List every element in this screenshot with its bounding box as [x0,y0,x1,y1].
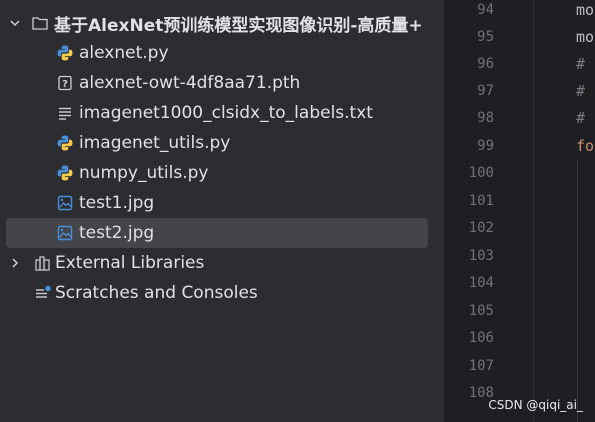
watermark: CSDN @qiqi_ai_ [488,398,583,412]
line-number: 94 [477,2,494,18]
tree-file-txt[interactable]: imagenet1000_clsidx_to_labels.txt [0,98,444,128]
line-number: 99 [477,138,494,154]
scratches-label: Scratches and Consoles [55,283,258,303]
file-name: test2.jpg [79,223,155,243]
code-comment[interactable]: # [576,51,585,78]
gutter-separator [533,0,534,422]
chevron-down-icon[interactable] [7,15,23,31]
code-text[interactable]: mo [576,24,594,51]
code-keyword[interactable]: fo [576,133,594,160]
line-number: 101 [468,193,494,209]
python-file-icon [56,44,74,62]
tree-file-imagenet-utils-py[interactable]: imagenet_utils.py [0,128,444,158]
line-number: 97 [477,83,494,99]
external-libraries-label: External Libraries [55,253,205,273]
code-text[interactable]: mo [576,0,594,24]
text-file-icon [56,104,74,122]
file-name: alexnet.py [79,43,169,63]
line-number: 96 [477,56,494,72]
file-name: numpy_utils.py [79,163,209,183]
image-file-icon [56,194,74,212]
project-tree: 基于AlexNet预训练模型实现图像识别-高质量+ alexnet.py ? a… [0,0,444,422]
python-file-icon [56,134,74,152]
line-number: 108 [468,385,494,401]
line-number: 107 [468,358,494,374]
python-file-icon [56,164,74,182]
line-number: 102 [468,220,494,236]
line-number: 105 [468,303,494,319]
tree-external-libraries[interactable]: External Libraries [0,248,444,278]
line-number: 95 [477,29,494,45]
line-number: 103 [468,248,494,264]
chevron-right-icon[interactable] [7,255,23,271]
line-number: 100 [468,165,494,181]
svg-text:?: ? [62,79,68,90]
tree-file-test1-jpg[interactable]: test1.jpg [0,188,444,218]
tree-file-test2-jpg[interactable]: test2.jpg [6,218,428,248]
file-name: alexnet-owt-4df8aa71.pth [79,73,301,93]
image-file-icon [56,224,74,242]
line-number: 106 [468,330,494,346]
indent-guide [577,160,578,422]
root-folder-label: 基于AlexNet预训练模型实现图像识别-高质量+ [54,15,423,36]
line-number: 98 [477,110,494,126]
line-number: 104 [468,275,494,291]
folder-icon [31,14,49,32]
tree-scratches-consoles[interactable]: Scratches and Consoles [0,278,444,308]
code-comment[interactable]: # [576,78,585,105]
library-icon [34,254,52,272]
file-name: imagenet_utils.py [79,133,231,153]
tree-file-alexnet-py[interactable]: alexnet.py [0,38,444,68]
tree-file-numpy-utils-py[interactable]: numpy_utils.py [0,158,444,188]
tree-root-folder[interactable]: 基于AlexNet预训练模型实现图像识别-高质量+ [0,8,444,38]
scratches-icon [34,284,52,302]
code-editor[interactable]: 94 95 96 97 98 99 100 101 102 103 104 10… [444,0,595,422]
file-name: test1.jpg [79,193,155,213]
code-comment[interactable]: # [576,105,585,132]
tree-file-pth[interactable]: ? alexnet-owt-4df8aa71.pth [0,68,444,98]
file-name: imagenet1000_clsidx_to_labels.txt [79,103,373,123]
ide-window: 基于AlexNet预训练模型实现图像识别-高质量+ alexnet.py ? a… [0,0,595,422]
unknown-file-icon: ? [56,74,74,92]
